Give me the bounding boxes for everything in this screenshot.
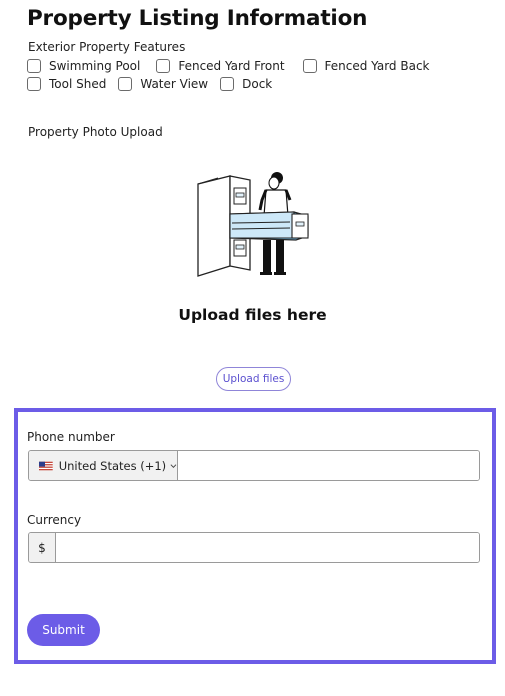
page-title: Property Listing Information <box>27 6 368 31</box>
country-label: United States (+1) <box>58 458 167 473</box>
chevron-down-icon <box>170 463 177 468</box>
upload-label: Property Photo Upload <box>28 125 163 139</box>
checkbox-label: Fenced Yard Front <box>178 59 285 73</box>
checkbox-label: Water View <box>140 77 209 91</box>
checkbox-box[interactable] <box>156 59 171 73</box>
checkbox-label: Fenced Yard Back <box>324 59 430 73</box>
checkbox-fenced-yard-front[interactable]: Fenced Yard Front <box>156 59 285 73</box>
checkbox-box[interactable] <box>220 77 235 91</box>
filing-cabinet-person-icon <box>197 172 309 277</box>
checkbox-box[interactable] <box>27 59 41 73</box>
features-label: Exterior Property Features <box>28 40 186 54</box>
currency-input[interactable] <box>56 533 479 562</box>
checkbox-water-view[interactable]: Water View <box>118 77 208 91</box>
checkbox-label: Dock <box>242 77 273 91</box>
phone-input[interactable] <box>178 451 479 480</box>
submit-button[interactable]: Submit <box>27 614 100 646</box>
phone-label: Phone number <box>27 430 115 444</box>
checkbox-label: Tool Shed <box>49 77 107 91</box>
checkbox-dock[interactable]: Dock <box>220 77 272 91</box>
checkbox-tool-shed[interactable]: Tool Shed <box>27 77 106 91</box>
checkbox-box[interactable] <box>118 77 133 91</box>
checkbox-box[interactable] <box>302 59 317 73</box>
currency-field: $ <box>28 532 480 563</box>
checkbox-fenced-yard-back[interactable]: Fenced Yard Back <box>302 59 430 73</box>
checkbox-label: Swimming Pool <box>49 59 141 73</box>
checkbox-box[interactable] <box>27 77 41 91</box>
checkbox-swimming-pool[interactable]: Swimming Pool <box>27 59 140 73</box>
phone-field: United States (+1) <box>28 450 480 481</box>
us-flag-icon <box>39 461 53 470</box>
country-select[interactable]: United States (+1) <box>29 451 178 480</box>
features-row-1: Swimming Pool Fenced Yard Front Fenced Y… <box>27 59 442 73</box>
currency-label: Currency <box>27 513 82 527</box>
upload-files-button[interactable]: Upload files <box>216 367 291 391</box>
upload-heading: Upload files here <box>178 306 327 324</box>
currency-symbol: $ <box>29 533 56 562</box>
features-row-2: Tool Shed Water View Dock <box>27 77 284 91</box>
